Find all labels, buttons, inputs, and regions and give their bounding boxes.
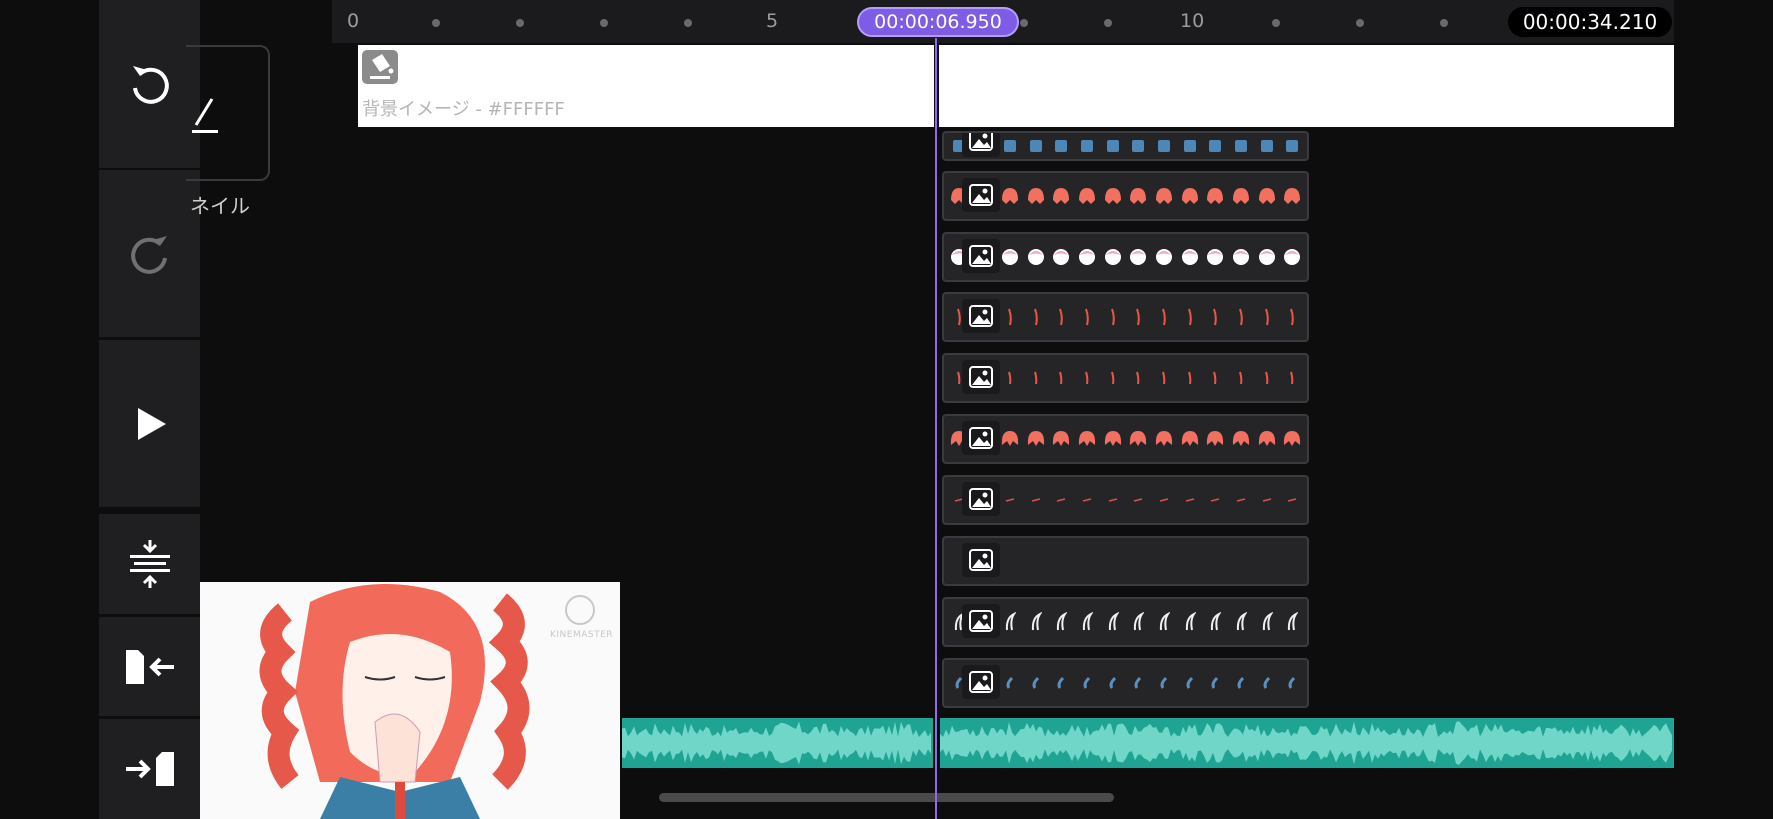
ruler-tick bbox=[600, 19, 608, 27]
layer-clip[interactable] bbox=[942, 292, 1309, 342]
audio-clip[interactable] bbox=[622, 718, 933, 768]
audio-waveform bbox=[622, 721, 931, 765]
undo-button[interactable] bbox=[99, 0, 200, 168]
jump-end-icon bbox=[125, 752, 174, 786]
image-icon bbox=[962, 543, 1000, 577]
image-icon bbox=[962, 482, 1000, 516]
compress-vertical-icon bbox=[129, 540, 170, 588]
image-icon bbox=[962, 133, 1000, 157]
media-thumbnail-tile[interactable] bbox=[186, 45, 270, 181]
layer-clip[interactable] bbox=[942, 536, 1309, 586]
audio-clip[interactable] bbox=[940, 718, 1674, 768]
ruler-tick bbox=[1020, 19, 1028, 27]
image-icon bbox=[962, 178, 1000, 212]
layer-clip[interactable] bbox=[942, 131, 1309, 161]
background-track-label: 背景イメージ - #FFFFFF bbox=[362, 99, 565, 120]
redo-icon bbox=[130, 235, 167, 274]
layer-clip[interactable] bbox=[942, 232, 1309, 282]
layer-clip[interactable] bbox=[942, 353, 1309, 403]
fit-timeline-button[interactable] bbox=[99, 514, 200, 614]
watermark-text: KINEMASTER bbox=[550, 630, 614, 640]
paint-bucket-icon bbox=[362, 50, 398, 84]
redo-button[interactable] bbox=[99, 170, 200, 337]
image-icon bbox=[962, 421, 1000, 455]
ruler-tick bbox=[1104, 19, 1112, 27]
layer-clip[interactable] bbox=[942, 171, 1309, 221]
playhead-line[interactable] bbox=[935, 38, 937, 819]
ruler-tick bbox=[1356, 19, 1364, 27]
layer-clip[interactable] bbox=[942, 597, 1309, 647]
jump-to-start-button[interactable] bbox=[99, 617, 200, 716]
ruler-number: 10 bbox=[1180, 10, 1205, 32]
image-icon bbox=[962, 239, 1000, 273]
jump-to-end-button[interactable] bbox=[99, 719, 200, 819]
ruler-tick bbox=[1272, 19, 1280, 27]
video-preview[interactable]: KINEMASTER bbox=[200, 582, 620, 819]
ruler-number: 0 bbox=[347, 10, 360, 32]
image-icon bbox=[962, 665, 1000, 699]
play-button[interactable] bbox=[99, 340, 200, 507]
layer-clip[interactable] bbox=[942, 475, 1309, 525]
layer-clip[interactable] bbox=[942, 658, 1309, 708]
preview-character-illustration bbox=[200, 582, 620, 819]
total-duration-badge: 00:00:34.210 bbox=[1508, 7, 1672, 37]
ruler-tick bbox=[432, 19, 440, 27]
pen-icon bbox=[192, 98, 218, 133]
media-item-label: ネイル bbox=[190, 194, 250, 218]
ruler-tick bbox=[684, 19, 692, 27]
timeline-scrollbar[interactable] bbox=[659, 793, 1114, 802]
audio-waveform bbox=[940, 721, 1672, 765]
undo-icon bbox=[132, 66, 169, 104]
ruler-tick bbox=[516, 19, 524, 27]
layer-clip[interactable] bbox=[942, 414, 1309, 464]
ruler-number: 5 bbox=[766, 10, 779, 32]
ruler-tick bbox=[1440, 19, 1448, 27]
play-icon bbox=[137, 407, 166, 440]
image-icon bbox=[962, 299, 1000, 333]
image-icon bbox=[962, 604, 1000, 638]
jump-start-icon bbox=[125, 649, 174, 684]
image-icon bbox=[962, 360, 1000, 394]
playhead-time-badge[interactable]: 00:00:06.950 bbox=[857, 7, 1019, 37]
